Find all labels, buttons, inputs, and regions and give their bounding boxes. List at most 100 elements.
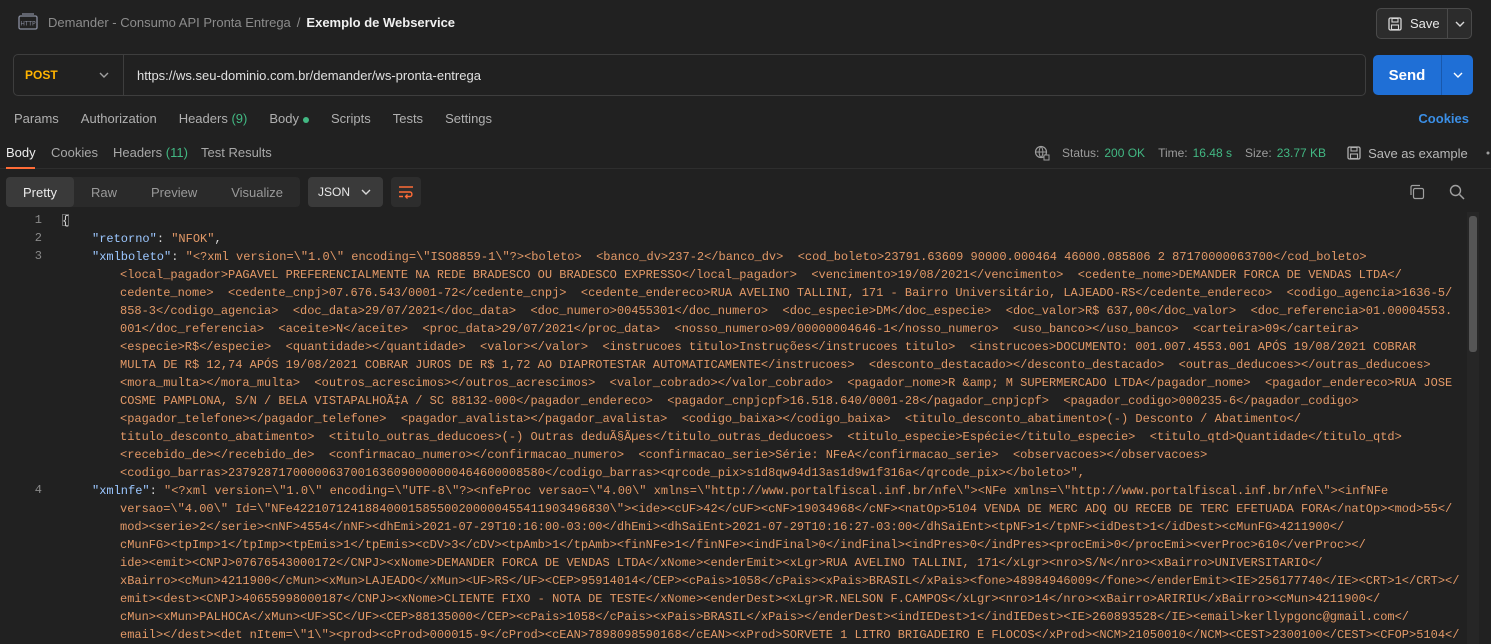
line-number: 2 (34, 231, 42, 245)
scrollbar-thumb[interactable] (1469, 216, 1477, 352)
code-line-wrap: <pagador_telefone></pagador_telefone> <p… (120, 412, 1301, 426)
code-line-wrap: <codigo_barras>2379287170000063700163609… (120, 466, 1085, 480)
code-line-wrap: 858-3</codigo_agencia> <doc_data>29/07/2… (120, 304, 1453, 318)
save-as-example-button[interactable]: Save as example (1368, 146, 1468, 161)
send-options-button[interactable] (1441, 55, 1473, 95)
time-value: 16.48 s (1192, 146, 1232, 160)
view-mode-group: Pretty Raw Preview Visualize (6, 177, 301, 207)
request-url-bar: POST (13, 54, 1366, 96)
save-icon (1388, 16, 1402, 31)
request-name[interactable]: Exemplo de Webservice (306, 15, 455, 30)
http-request-icon: HTTP (18, 13, 38, 30)
method-value: POST (25, 68, 58, 82)
time-label: Time: (1158, 146, 1188, 160)
json-string: "<?xml version=\"1.0\" encoding=\"ISO885… (185, 250, 1367, 264)
code-line: "xmlboleto": "<?xml version=\"1.0\" enco… (92, 250, 1367, 264)
tab-scripts[interactable]: Scripts (331, 111, 371, 126)
save-icon (1347, 146, 1361, 160)
search-icon[interactable] (1449, 184, 1465, 200)
chevron-down-icon (361, 189, 371, 195)
code-line: "retorno": "NFOK", (92, 232, 222, 246)
active-tab-indicator (6, 167, 35, 169)
code-line-wrap: cMun><xMun>PALHOCA</xMun><UF>SC</UF><CEP… (120, 610, 1410, 624)
json-key: "xmlnfe" (92, 484, 150, 498)
tab-response-headers-count: (11) (165, 145, 188, 160)
code-line-wrap: MULTA DE R$ 12,74 APÓS 19/08/2021 COBRAR… (120, 358, 1431, 372)
tab-authorization[interactable]: Authorization (81, 111, 157, 126)
code-line-wrap: <recebido_de></recebido_de> <confirmacao… (120, 448, 1208, 462)
url-input[interactable] (124, 67, 1324, 83)
chevron-down-icon (1455, 21, 1464, 27)
save-button-group: Save (1376, 8, 1472, 39)
status-value: 200 OK (1104, 146, 1146, 160)
tab-body[interactable]: Body (269, 111, 309, 126)
chevron-down-icon (99, 72, 109, 78)
line-number: 4 (34, 483, 42, 497)
code-line-wrap: COSME PAMPLONA, S/N / BELA VISTAPALHOÃ‡A… (120, 394, 1359, 408)
send-button-group: Send (1373, 55, 1473, 95)
tab-headers-label: Headers (178, 111, 228, 126)
code-line-wrap: cMunFG><tpImp>1</tpImp><tpEmis>1</tpEmis… (120, 538, 1366, 552)
chevron-down-icon (1453, 72, 1462, 78)
code-line-wrap: ide><emit><CNPJ>07676543000172</CNPJ><xN… (120, 556, 1323, 570)
code-line-wrap: email></dest><det nItem=\"1\"><prod><cPr… (120, 628, 1460, 642)
cookies-link[interactable]: Cookies (1418, 111, 1469, 126)
save-label: Save (1410, 16, 1440, 31)
tab-body-label: Body (269, 111, 299, 126)
tab-tests[interactable]: Tests (393, 111, 423, 126)
tab-response-headers-label: Headers (113, 145, 163, 160)
json-string: "NFOK" (171, 232, 215, 246)
copy-icon[interactable] (1409, 184, 1425, 200)
line-number: 3 (34, 249, 42, 263)
wrap-lines-button[interactable] (391, 177, 422, 207)
json-open-brace: { (62, 214, 70, 228)
network-globe-icon[interactable] (1034, 145, 1050, 161)
save-button[interactable]: Save (1377, 9, 1447, 38)
tab-headers-count: (9) (231, 111, 248, 126)
code-line: "xmlnfe": "<?xml version=\"1.0\" encodin… (92, 484, 1389, 498)
more-options-icon[interactable] (1486, 151, 1491, 155)
response-meta: Status: 200 OK Time: 16.48 s Size: 23.77… (1034, 145, 1491, 161)
line-number: 1 (34, 213, 42, 227)
code-line-wrap: <local_pagador>PAGAVEL PREFERENCIALMENTE… (120, 268, 1402, 282)
tab-params[interactable]: Params (14, 111, 59, 126)
tab-test-results[interactable]: Test Results (201, 145, 272, 160)
breadcrumb: Demander - Consumo API Pronta Entrega / … (48, 15, 455, 30)
format-value: JSON (318, 185, 351, 199)
status-label: Status: (1062, 146, 1100, 160)
top-bar: HTTP Demander - Consumo API Pronta Entre… (0, 0, 1491, 46)
code-line-wrap: cedente_nome> <cedente_cnpj>07.676.543/0… (120, 286, 1453, 300)
size-value: 23.77 KB (1276, 146, 1327, 160)
tab-headers[interactable]: Headers (9) (179, 111, 248, 126)
code-line-wrap: <mora_multa></mora_multa> <outros_acresc… (120, 376, 1453, 390)
size-label: Size: (1245, 146, 1272, 160)
code-line-wrap: emit><dest><CNPJ>40655998000187</CNPJ><x… (120, 592, 1381, 606)
wrap-lines-icon (399, 186, 414, 199)
svg-text:HTTP: HTTP (20, 21, 36, 28)
tab-response-headers[interactable]: Headers (11) (113, 145, 188, 160)
body-indicator-dot (302, 116, 309, 123)
request-tabs: Params Authorization Headers (9) Body Sc… (14, 111, 514, 126)
format-select[interactable]: JSON (308, 177, 384, 207)
breadcrumb-separator: / (296, 15, 301, 30)
response-body-viewer[interactable]: 1 2 3 4 { "retorno": "NFOK", "xmlboleto"… (0, 212, 1491, 644)
code-line-wrap: titulo_desconto_abatimento> <titulo_outr… (120, 430, 1402, 444)
save-options-button[interactable] (1447, 9, 1471, 38)
view-visualize-button[interactable]: Visualize (214, 177, 300, 207)
json-key: "xmlboleto" (92, 250, 172, 264)
tab-response-cookies[interactable]: Cookies (51, 145, 98, 160)
view-raw-button[interactable]: Raw (74, 177, 134, 207)
code-line-wrap: xBairro><cMun>4211900</cMun><xMun>LAJEAD… (120, 574, 1460, 588)
tab-response-body[interactable]: Body (6, 145, 36, 160)
vertical-scrollbar[interactable] (1467, 212, 1479, 644)
json-string: "<?xml version=\"1.0\" encoding=\"UTF-8\… (164, 484, 1389, 498)
json-key: "retorno" (92, 232, 157, 246)
view-preview-button[interactable]: Preview (134, 177, 214, 207)
breadcrumb-collection[interactable]: Demander - Consumo API Pronta Entrega (48, 15, 291, 30)
send-button[interactable]: Send (1373, 55, 1441, 95)
method-select[interactable]: POST (14, 55, 124, 95)
view-pretty-button[interactable]: Pretty (6, 177, 74, 207)
response-toolbar: Pretty Raw Preview Visualize JSON (6, 177, 422, 207)
code-line-wrap: <especie>R$</especie> <quantidade></quan… (120, 340, 1417, 354)
tab-settings[interactable]: Settings (445, 111, 492, 126)
